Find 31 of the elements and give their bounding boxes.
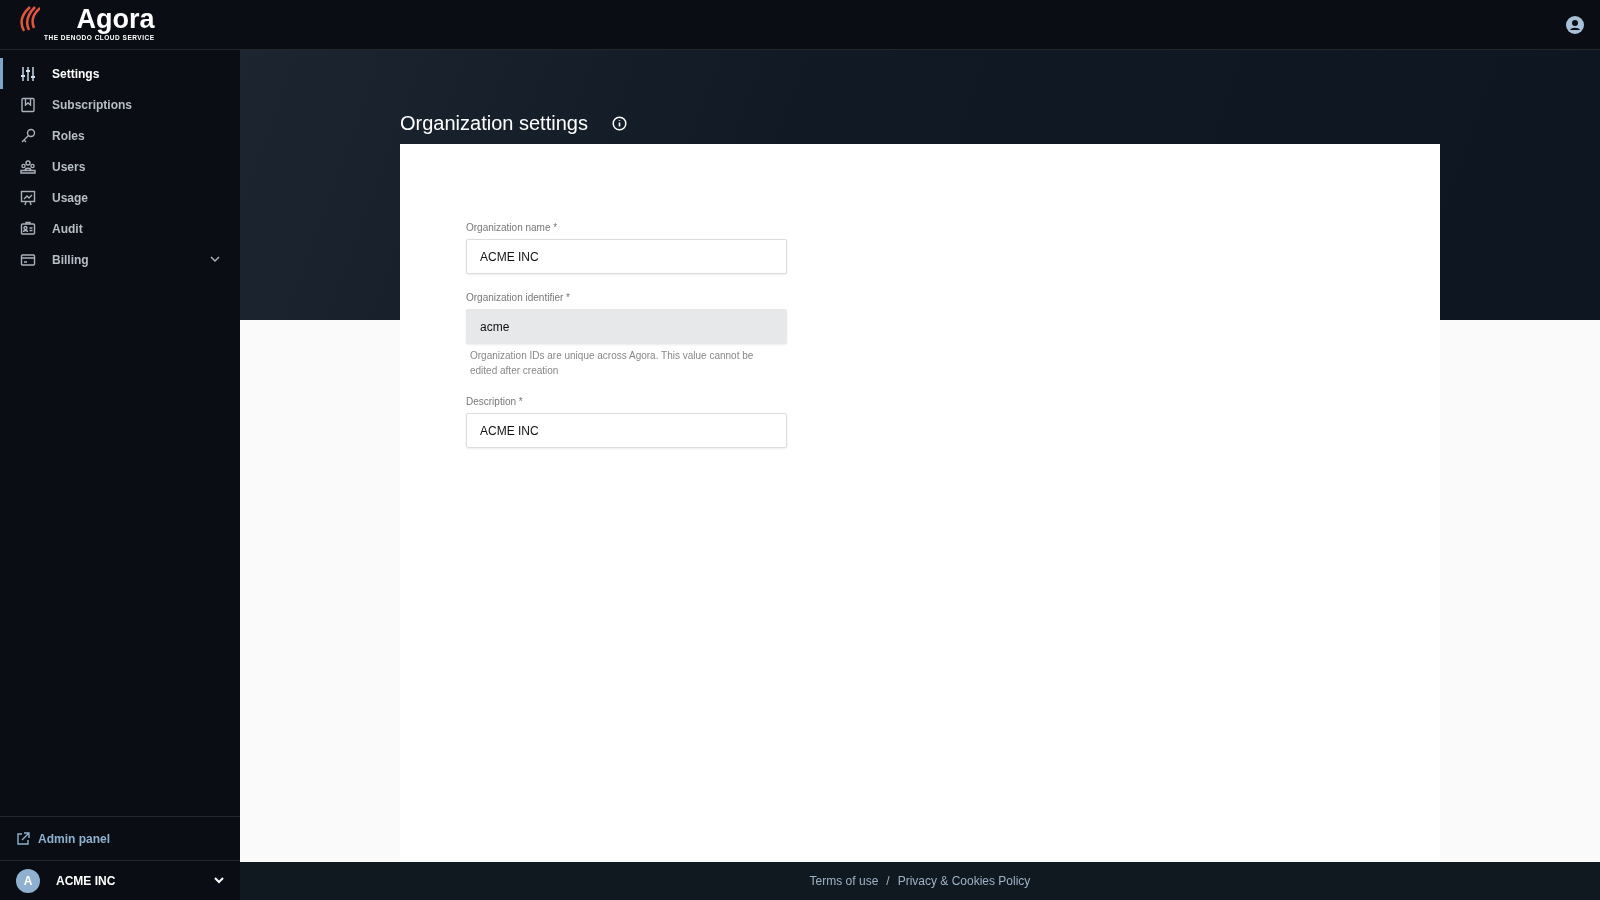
field-label: Organization identifier * bbox=[466, 291, 571, 305]
id-card-icon bbox=[20, 220, 36, 237]
sidebar-item[interactable]: Users bbox=[0, 151, 240, 182]
presentation-chart-icon bbox=[20, 189, 36, 206]
sidebar-item[interactable]: Subscriptions bbox=[0, 89, 240, 120]
book-icon bbox=[20, 96, 36, 113]
users-icon bbox=[20, 158, 36, 175]
chevron-down-icon[interactable] bbox=[210, 256, 220, 263]
user-avatar-icon[interactable] bbox=[1566, 15, 1584, 34]
sidebar-item[interactable]: Billing bbox=[0, 244, 240, 275]
field-label: Description * bbox=[466, 395, 524, 409]
organization-name[interactable]: ACME INC bbox=[56, 871, 206, 890]
help-text: Organization IDs are unique across Agora. This value cannot be edited after creation bbox=[469, 349, 755, 378]
organization-avatar: A bbox=[16, 868, 40, 893]
credit-card-icon bbox=[20, 251, 36, 268]
input-field[interactable]: ACME INC bbox=[466, 239, 787, 274]
sidebar-item[interactable]: Usage bbox=[0, 182, 240, 213]
sidebar-item[interactable]: Audit bbox=[0, 213, 240, 244]
sidebar-item[interactable]: Roles bbox=[0, 120, 240, 151]
key-icon bbox=[20, 127, 36, 144]
footer-separator: / bbox=[886, 873, 890, 890]
info-icon[interactable] bbox=[611, 115, 627, 131]
external-link-icon bbox=[16, 831, 30, 846]
page-title: Organization settings bbox=[400, 111, 588, 135]
input-field[interactable]: ACME INC bbox=[466, 413, 787, 448]
footer-link[interactable]: Privacy & Cookies Policy bbox=[897, 872, 1031, 890]
brand-name: Agora bbox=[76, 6, 155, 34]
field-label: Organization name * bbox=[466, 221, 559, 235]
footer-link[interactable]: Terms of use bbox=[809, 872, 879, 890]
admin-panel-link[interactable]: Admin panel bbox=[38, 829, 110, 848]
sliders-icon bbox=[20, 65, 36, 82]
